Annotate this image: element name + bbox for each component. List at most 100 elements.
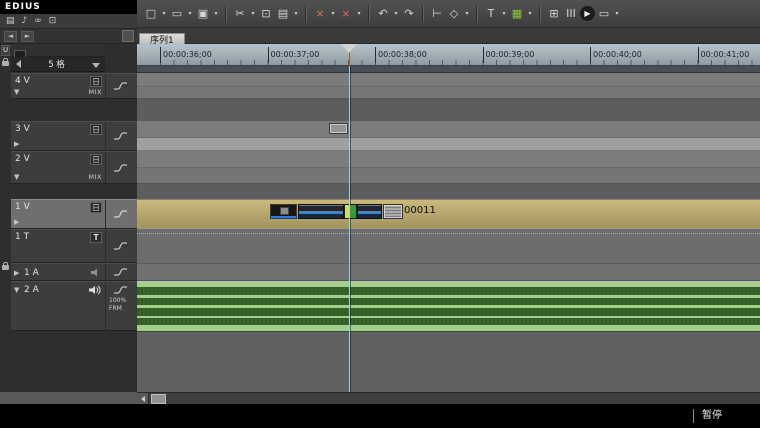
dropdown-arrow-icon[interactable]: ▾	[355, 10, 363, 17]
patch-cell[interactable]	[105, 200, 137, 228]
patch-cell[interactable]	[105, 264, 137, 280]
clip-1v-a[interactable]	[270, 204, 297, 219]
expand-icon[interactable]: ▶	[14, 140, 19, 148]
speaker-icon[interactable]	[89, 285, 102, 295]
sync-icon[interactable]: ∞	[34, 15, 42, 27]
clip-video-bar	[358, 211, 381, 214]
timeline-empty-area[interactable]	[137, 331, 760, 392]
track-header-1a[interactable]: ▶ 1 A	[11, 263, 137, 281]
expand-icon[interactable]: ▶	[14, 269, 19, 277]
track-header-2a[interactable]: ▼ 2 A 100% FRM	[11, 281, 137, 331]
patch-cell[interactable]	[105, 152, 137, 183]
dropdown-arrow-icon[interactable]: ▾	[160, 10, 168, 17]
add-marker-icon[interactable]: ◇	[446, 5, 462, 22]
dropdown-arrow-icon[interactable]: ▾	[249, 10, 257, 17]
dropdown-arrow-icon[interactable]: ▾	[292, 10, 300, 17]
open-project-icon[interactable]: ▭	[169, 5, 185, 22]
lane-2v[interactable]	[137, 151, 760, 168]
lane-1v-selected[interactable]: 00011	[137, 199, 760, 229]
patch-cell[interactable]	[105, 122, 137, 150]
audio-monitor-icon[interactable]: ♪	[22, 15, 28, 27]
timeline-ruler[interactable]: 00:00:36;0000:00:37;0000:00:38;0000:00:3…	[137, 44, 760, 66]
video-group-lock-icon[interactable]	[2, 61, 9, 66]
dropdown-arrow-icon[interactable]: ▾	[329, 10, 337, 17]
track-mode-icon[interactable]: 日	[90, 76, 102, 87]
playhead-marker[interactable]	[341, 44, 357, 53]
clip-1v-b[interactable]	[298, 204, 344, 219]
lane-3v[interactable]	[137, 121, 760, 138]
unit-button[interactable]: U	[1, 45, 10, 56]
panel-toolbar-row2: ◄►	[0, 28, 137, 44]
expand-icon[interactable]: ▶	[14, 218, 19, 226]
panel-toolbar-row1: ▤ ♪ ∞ ⊡	[0, 14, 137, 28]
expand-icon[interactable]: ▼	[14, 286, 19, 294]
horizontal-scrollbar[interactable]	[137, 392, 760, 404]
patch-cell[interactable]: 100% FRM	[105, 282, 137, 330]
dropdown-arrow-icon[interactable]: ▾	[613, 10, 621, 17]
track-mode-icon[interactable]: 日	[90, 202, 102, 213]
track-mode-icon[interactable]: 日	[90, 154, 102, 165]
copy-icon[interactable]: ⊡	[258, 5, 274, 22]
track-header-2v[interactable]: 2 V 日 ▼ MIX	[11, 151, 137, 184]
dropdown-arrow-icon[interactable]: ▾	[392, 10, 400, 17]
play-icon[interactable]: ▶	[580, 6, 595, 21]
lane-4v-mix[interactable]	[137, 87, 760, 99]
delete-in-out-icon[interactable]: ×	[338, 5, 354, 22]
redo-icon[interactable]: ↷	[401, 5, 417, 22]
track-header-4v[interactable]: 4 V 日 ▼ MIX	[11, 73, 137, 99]
track-mode-icon[interactable]: 日	[90, 124, 102, 135]
toolbar-separator	[368, 6, 370, 22]
track-mode-icon[interactable]: T	[90, 232, 102, 243]
expand-icon[interactable]: ▼	[14, 88, 19, 96]
expand-icon[interactable]: ▼	[14, 173, 19, 181]
preset-dropdown-icon[interactable]	[92, 63, 100, 68]
prev-edit-point-icon[interactable]: ◄	[4, 31, 17, 42]
device-icon[interactable]: ⊡	[49, 15, 57, 27]
patch-cell[interactable]	[105, 74, 137, 98]
track-header-1v[interactable]: 1 V 日 ▶	[11, 199, 137, 229]
dropdown-arrow-icon[interactable]: ▾	[186, 10, 194, 17]
monitor-icon[interactable]: ▭	[596, 5, 612, 22]
sequence-tab-bar: 序列1	[137, 28, 760, 44]
title-tool-icon[interactable]: T	[483, 5, 499, 22]
paste-icon[interactable]: ▤	[275, 5, 291, 22]
lane-3v-sub[interactable]	[137, 138, 760, 151]
clip-3v-fragment[interactable]	[330, 124, 347, 133]
source-icon[interactable]: ▤	[6, 15, 15, 27]
next-edit-point-icon[interactable]: ►	[21, 31, 34, 42]
transition-marker[interactable]	[344, 204, 357, 219]
grid-view-icon[interactable]: ⊞	[546, 5, 562, 22]
track-label: 1 A	[24, 268, 39, 278]
trim-mode-icon[interactable]: ⊢	[429, 5, 445, 22]
new-sequence-icon[interactable]: □	[143, 5, 159, 22]
screen-layout-icon[interactable]: ▦	[509, 5, 525, 22]
lane-2v-mix[interactable]	[137, 168, 760, 184]
audio-group-lock-icon[interactable]	[2, 265, 9, 270]
waveform-band	[137, 298, 760, 305]
marker-bar[interactable]	[137, 66, 760, 73]
toolbar-separator	[422, 6, 424, 22]
track-header-1t[interactable]: 1 T T	[11, 229, 137, 263]
panel-corner-icon[interactable]	[122, 30, 134, 42]
dropdown-arrow-icon[interactable]: ▾	[463, 10, 471, 17]
ripple-delete-icon[interactable]: ×	[312, 5, 328, 22]
speaker-muted-icon[interactable]	[91, 268, 102, 277]
save-project-icon[interactable]: ▣	[195, 5, 211, 22]
audio-mixer-icon[interactable]: III	[563, 5, 579, 22]
scrollbar-thumb[interactable]	[151, 394, 166, 404]
patch-cell[interactable]	[105, 230, 137, 262]
track-1t-labels: 1 T T	[11, 230, 105, 262]
lane-1t[interactable]	[137, 229, 760, 263]
lane-1a[interactable]	[137, 263, 760, 281]
dropdown-arrow-icon[interactable]: ▾	[500, 10, 508, 17]
dropdown-arrow-icon[interactable]: ▾	[526, 10, 534, 17]
dropdown-arrow-icon[interactable]: ▾	[212, 10, 220, 17]
lane-2a-waveform[interactable]	[137, 281, 760, 331]
track-header-3v[interactable]: 3 V 日 ▶	[11, 121, 137, 151]
cut-icon[interactable]: ✂	[232, 5, 248, 22]
status-bar: 暂停	[0, 404, 760, 428]
clip-1v-thumbnail[interactable]	[384, 205, 402, 218]
lane-4v[interactable]	[137, 73, 760, 87]
undo-icon[interactable]: ↶	[375, 5, 391, 22]
clip-1v-c[interactable]	[357, 204, 382, 219]
